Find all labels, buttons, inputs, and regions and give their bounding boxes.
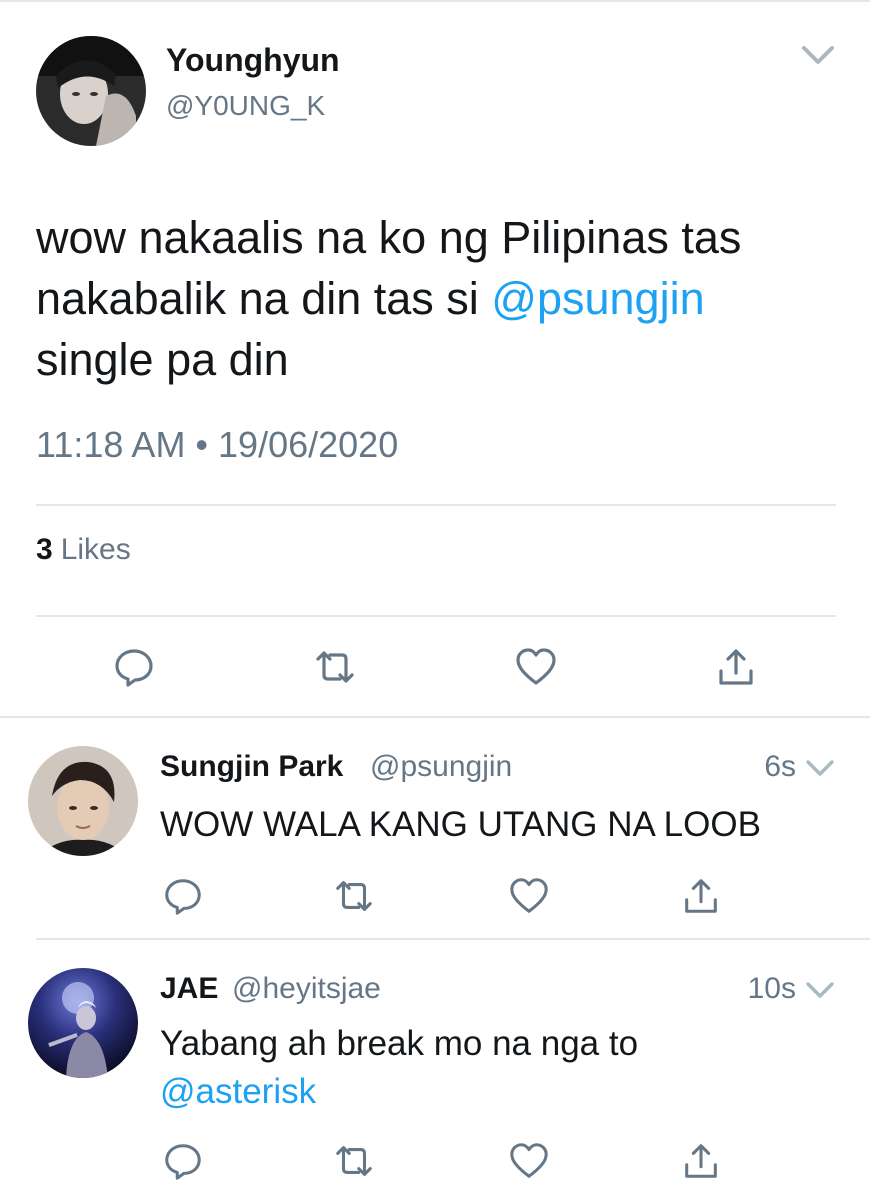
tweet-thread: Younghyun @Y0UNG_K wow nakaalis na ko ng… — [0, 0, 870, 1200]
tweet-text: wow nakaalis na ko ng Pilipinas tas naka… — [36, 207, 836, 390]
reply-time[interactable]: 6s — [740, 750, 796, 784]
avatar[interactable] — [28, 968, 138, 1078]
author-name[interactable]: Younghyun — [166, 42, 340, 79]
divider — [36, 615, 836, 617]
retweet-icon[interactable] — [312, 645, 358, 689]
reply-author-name[interactable]: Sungjin Park — [160, 750, 343, 784]
reply-author-handle[interactable]: @psungjin — [370, 750, 512, 784]
like-icon[interactable] — [508, 875, 550, 917]
reply-icon[interactable] — [162, 1140, 204, 1182]
retweet-icon[interactable] — [332, 1140, 376, 1182]
reply-text-line: Yabang ah break mo na nga to — [160, 1024, 639, 1063]
author-handle[interactable]: @Y0UNG_K — [166, 90, 325, 122]
chevron-down-icon[interactable] — [804, 978, 836, 1002]
reply-text: WOW WALA KANG UTANG NA LOOB — [160, 805, 761, 844]
chevron-down-icon[interactable] — [804, 756, 836, 780]
mention-link[interactable]: @psungjin — [491, 273, 704, 324]
like-icon[interactable] — [514, 645, 558, 689]
tweet-text-line: nakabalik na din tas si @psungjin — [36, 268, 836, 329]
tweet-text-line: wow nakaalis na ko ng Pilipinas tas — [36, 212, 742, 263]
share-icon[interactable] — [714, 645, 758, 689]
mention-link[interactable]: @asterisk — [160, 1068, 840, 1116]
reply-author-name[interactable]: JAE — [160, 972, 218, 1006]
avatar[interactable] — [36, 36, 146, 146]
reply-text: Yabang ah break mo na nga to @asterisk — [160, 1020, 840, 1116]
reply-icon[interactable] — [112, 645, 156, 689]
avatar[interactable] — [28, 746, 138, 856]
divider — [0, 716, 870, 718]
chevron-down-icon[interactable] — [798, 40, 838, 70]
tweet-text-line: single pa din — [36, 334, 289, 385]
share-icon[interactable] — [680, 875, 722, 917]
likes-count: 3 — [36, 533, 53, 566]
tweet-text-segment: nakabalik na din tas si — [36, 273, 492, 324]
top-divider — [0, 0, 870, 2]
divider — [36, 504, 836, 506]
divider — [36, 938, 870, 940]
reply-icon[interactable] — [162, 875, 204, 917]
like-icon[interactable] — [508, 1140, 550, 1182]
likes-link[interactable]: 3 Likes — [36, 533, 131, 567]
tweet-timestamp[interactable]: 11:18 AM • 19/06/2020 — [36, 424, 398, 466]
reply-time[interactable]: 10s — [720, 972, 796, 1006]
retweet-icon[interactable] — [332, 875, 376, 917]
share-icon[interactable] — [680, 1140, 722, 1182]
reply-author-handle[interactable]: @heyitsjae — [232, 972, 381, 1006]
likes-label: Likes — [60, 533, 131, 566]
